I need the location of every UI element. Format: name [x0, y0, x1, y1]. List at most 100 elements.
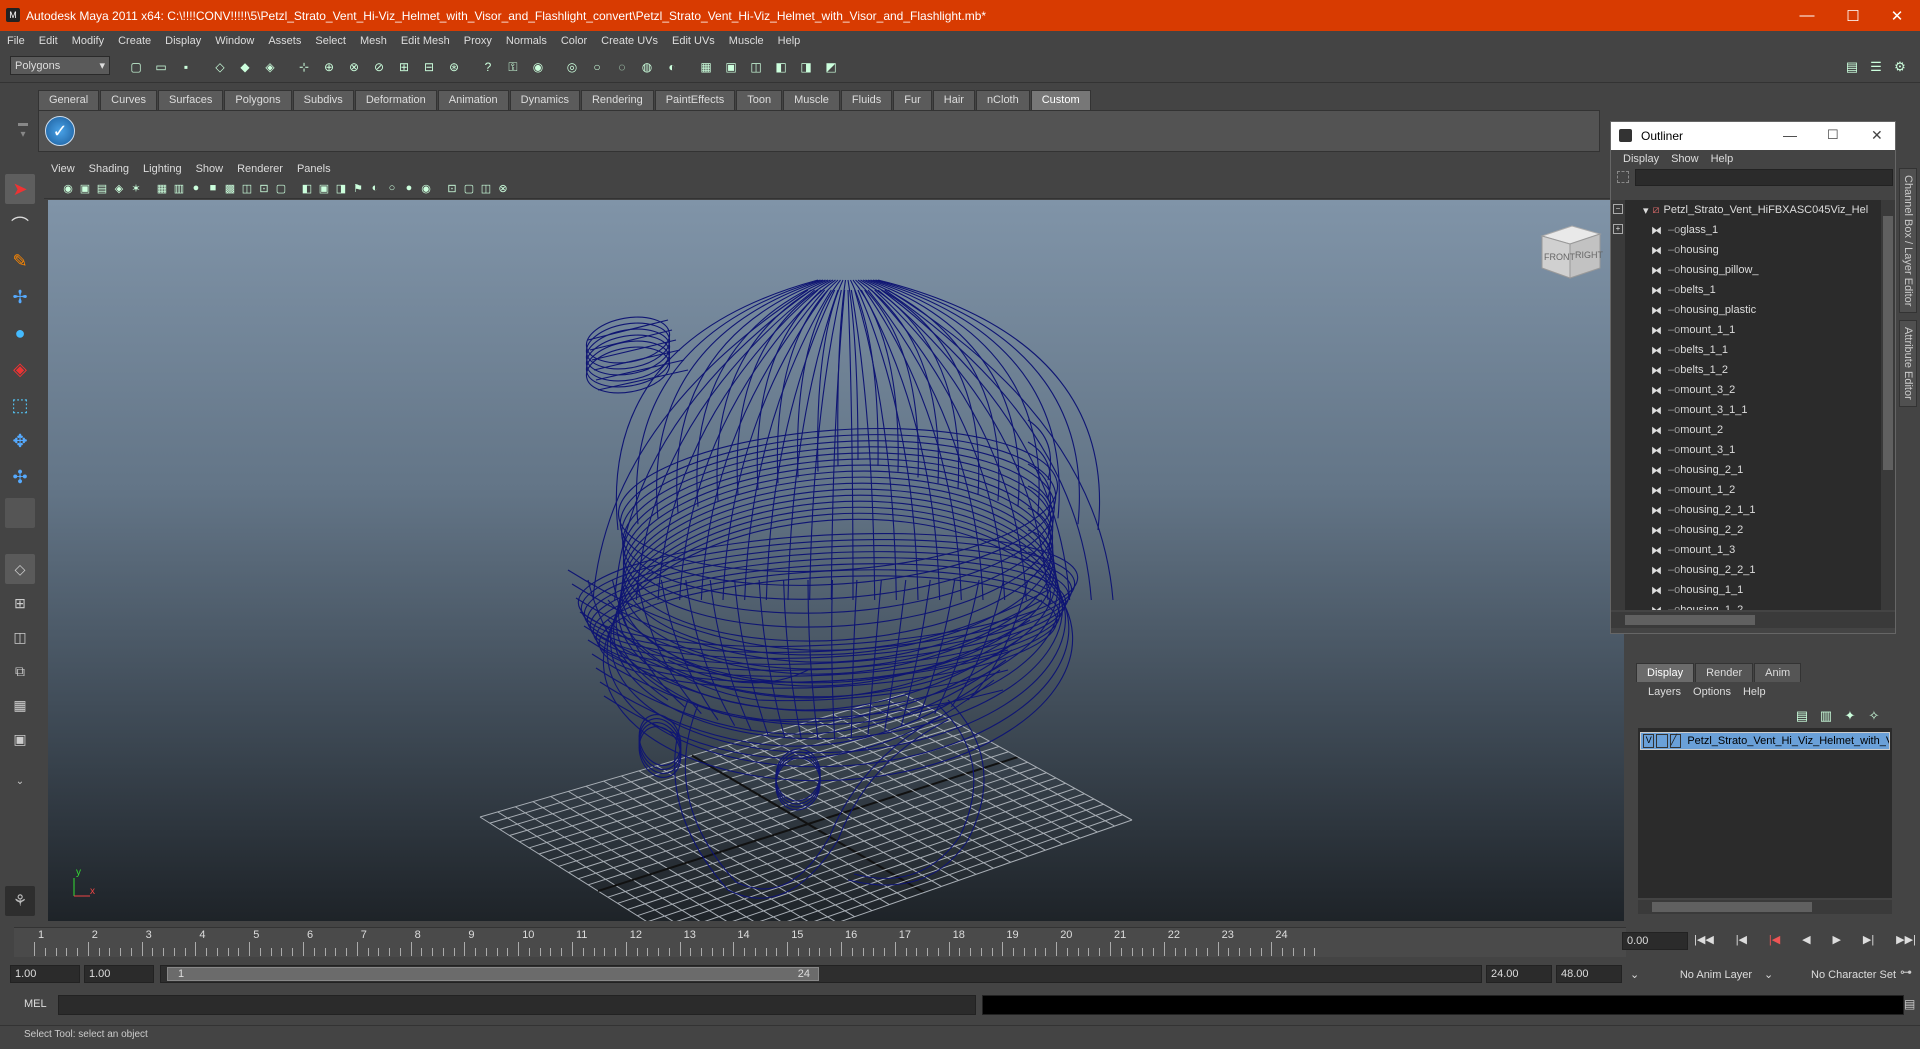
- go-to-end-icon[interactable]: ▶▶|: [1896, 933, 1916, 951]
- layer-hscroll-thumb[interactable]: [1652, 902, 1812, 912]
- shelf-tab-muscle[interactable]: Muscle: [783, 90, 840, 110]
- outliner-item[interactable]: ⧓ –o belts_1_1: [1625, 340, 1895, 360]
- outliner-item[interactable]: ⧓ –o glass_1: [1625, 220, 1895, 240]
- layer-tab-render[interactable]: Render: [1695, 663, 1754, 682]
- anim-start-field[interactable]: 1.00: [10, 965, 80, 983]
- lock-icon[interactable]: ⚿: [503, 57, 523, 77]
- command-input[interactable]: [58, 995, 976, 1015]
- playback-start-field[interactable]: 1.00: [84, 965, 154, 983]
- panel-menu-show[interactable]: Show: [189, 163, 231, 175]
- wireframe-icon[interactable]: ▢: [271, 178, 291, 198]
- outliner-item[interactable]: ⧓ –o mount_3_1_1: [1625, 400, 1895, 420]
- shelf-tab-dynamics[interactable]: Dynamics: [509, 90, 580, 110]
- pick-mask-icon[interactable]: ◎: [562, 57, 582, 77]
- menu-modify[interactable]: Modify: [65, 35, 111, 47]
- new-layer-selected-icon[interactable]: ✧: [1864, 706, 1884, 726]
- empty-tool-slot[interactable]: [5, 498, 35, 528]
- step-back-icon[interactable]: |◀: [1736, 933, 1747, 951]
- menu-select[interactable]: Select: [308, 35, 353, 47]
- shelf-tab-fur[interactable]: Fur: [893, 90, 932, 110]
- snap-live-icon[interactable]: ⊞: [394, 57, 414, 77]
- render-settings-icon[interactable]: ◧: [771, 57, 791, 77]
- outliner-menu-show[interactable]: Show: [1665, 153, 1705, 165]
- layer-color-icon[interactable]: ╱: [1669, 734, 1682, 748]
- time-ruler[interactable]: 1 2 3 4 5 6 7 8 9 10 11 12 13 14 15 16 17 18 19 20 21 22 23 24: [14, 927, 1626, 957]
- menu-proxy[interactable]: Proxy: [457, 35, 499, 47]
- anim-end-field[interactable]: 48.00: [1556, 965, 1622, 983]
- pick-mask3-icon[interactable]: ◌: [612, 57, 632, 77]
- scale-tool-icon[interactable]: ◈: [5, 354, 35, 384]
- render-icon[interactable]: ▣: [721, 57, 741, 77]
- hud-icon[interactable]: ⊗: [493, 178, 513, 198]
- shelf-tab-painteffects[interactable]: PaintEffects: [654, 90, 736, 110]
- outliner-item[interactable]: ⧓ –o housing: [1625, 240, 1895, 260]
- select-object-icon[interactable]: ◆: [235, 57, 255, 77]
- rotate-tool-icon[interactable]: ●: [5, 318, 35, 348]
- char-set-dropdown[interactable]: ⌄ No Character Set: [1760, 965, 1900, 984]
- menu-muscle[interactable]: Muscle: [722, 35, 771, 47]
- outliner-item[interactable]: ⧓ –o mount_1_1: [1625, 320, 1895, 340]
- outliner-vscroll-thumb[interactable]: [1883, 216, 1893, 470]
- select-tool-icon[interactable]: ➤: [5, 174, 35, 204]
- layer-type-toggle[interactable]: [1656, 734, 1668, 748]
- outliner-item[interactable]: ⧓ –o belts_1: [1625, 280, 1895, 300]
- menu-window[interactable]: Window: [208, 35, 261, 47]
- layer-menu-help[interactable]: Help: [1737, 686, 1772, 698]
- snap-plane-icon[interactable]: ⊘: [369, 57, 389, 77]
- new-layer-icon[interactable]: ✦: [1840, 706, 1860, 726]
- outliner-item[interactable]: ⧓ –o housing_2_1: [1625, 460, 1895, 480]
- construction-icon[interactable]: ⊛: [444, 57, 464, 77]
- checkmark-tool-icon[interactable]: ✓: [45, 116, 75, 146]
- single-pane-layout-icon[interactable]: ◇: [5, 554, 35, 584]
- menu-edit[interactable]: Edit: [32, 35, 65, 47]
- last-tool-icon[interactable]: ✣: [5, 462, 35, 492]
- hypershade-icon[interactable]: ◨: [796, 57, 816, 77]
- play-forward-icon[interactable]: ▶: [1833, 933, 1841, 951]
- outliner-vscrollbar[interactable]: [1881, 200, 1895, 610]
- layer-row[interactable]: V ╱ Petzl_Strato_Vent_Hi_Viz_Helmet_with…: [1640, 732, 1890, 750]
- menu-mesh[interactable]: Mesh: [353, 35, 394, 47]
- select-component-icon[interactable]: ◈: [260, 57, 280, 77]
- shelf-tab-deformation[interactable]: Deformation: [354, 90, 437, 110]
- default-light-icon[interactable]: ◉: [416, 178, 436, 198]
- outliner-item[interactable]: ⧓ –o housing_2_1_1: [1625, 500, 1895, 520]
- pick-mask4-icon[interactable]: ◍: [637, 57, 657, 77]
- shelf-tab-general[interactable]: General: [38, 90, 100, 110]
- perspective-viewport[interactable]: FRONT RIGHT y x: [48, 200, 1624, 921]
- minimize-button[interactable]: —: [1784, 0, 1830, 31]
- shelf-options-icon[interactable]: ▬ ▾: [14, 118, 32, 148]
- step-forward-icon[interactable]: ▶|: [1863, 933, 1874, 951]
- layer-visibility-toggle[interactable]: V: [1643, 734, 1655, 748]
- panel-menu-panels[interactable]: Panels: [290, 163, 338, 175]
- outliner-maximize-button[interactable]: ☐: [1827, 127, 1839, 143]
- view-cube-front[interactable]: FRONT: [1544, 252, 1575, 262]
- snap-curve-icon[interactable]: ⊕: [319, 57, 339, 77]
- shelf-tab-subdivs[interactable]: Subdivs: [292, 90, 354, 110]
- playback-end-field[interactable]: 24.00: [1486, 965, 1552, 983]
- save-scene-icon[interactable]: ▪: [176, 57, 196, 77]
- outliner-item[interactable]: ⧓ –o mount_2: [1625, 420, 1895, 440]
- expand-icon[interactable]: +: [1613, 224, 1623, 234]
- select-mask-icon[interactable]: ◉: [528, 57, 548, 77]
- hypershade-layout-icon[interactable]: ▣: [5, 724, 35, 754]
- snap-point-icon[interactable]: ⊗: [344, 57, 364, 77]
- step-back-key-icon[interactable]: |◀: [1769, 933, 1780, 951]
- lasso-tool-icon[interactable]: ⌒: [5, 210, 35, 240]
- outliner-item[interactable]: ⧓ –o mount_1_3: [1625, 540, 1895, 560]
- shelf-tab-fluids[interactable]: Fluids: [840, 90, 893, 110]
- outliner-item[interactable]: ⧓ –o housing_1_2: [1625, 600, 1895, 610]
- mute-icon[interactable]: ⚘: [5, 886, 35, 916]
- 2d-pan-icon[interactable]: ✶: [126, 178, 146, 198]
- shelf-tab-toon[interactable]: Toon: [736, 90, 783, 110]
- manipulator-icon[interactable]: ⬚: [5, 390, 35, 420]
- mel-label[interactable]: MEL: [24, 998, 47, 1010]
- outliner-minimize-button[interactable]: —: [1783, 127, 1797, 143]
- current-time-field[interactable]: 0.00: [1622, 932, 1688, 950]
- history-icon[interactable]: ⊟: [419, 57, 439, 77]
- persp-outliner-layout-icon[interactable]: ▦: [5, 690, 35, 720]
- close-button[interactable]: ✕: [1874, 0, 1920, 31]
- move-tool-icon[interactable]: ✢: [5, 282, 35, 312]
- shelf-tab-hair[interactable]: Hair: [932, 90, 975, 110]
- layer-hscrollbar[interactable]: [1638, 900, 1892, 914]
- pick-mask2-icon[interactable]: ○: [587, 57, 607, 77]
